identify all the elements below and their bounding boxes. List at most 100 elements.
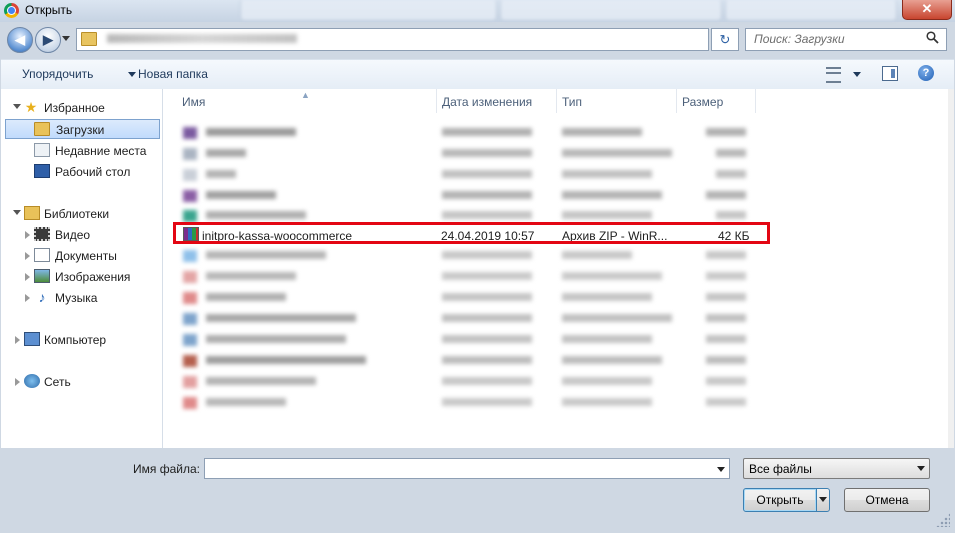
blurred-file-row[interactable] — [176, 122, 936, 142]
search-placeholder: Поиск: Загрузки — [754, 32, 845, 46]
sidebar-item-downloads[interactable]: Загрузки — [5, 119, 160, 139]
chevron-down-icon[interactable] — [128, 72, 136, 77]
blurred-file-row[interactable] — [176, 392, 936, 412]
navigation-pane: ★ Избранное Загрузки Недавние места Рабо… — [1, 89, 163, 448]
sidebar-group-libraries[interactable]: Библиотеки — [1, 204, 162, 224]
expand-arrow-icon[interactable] — [25, 231, 30, 239]
network-icon — [24, 374, 40, 388]
sidebar-item-label: Загрузки — [56, 123, 105, 137]
music-library-icon: ♪ — [38, 289, 46, 305]
blurred-file-row[interactable] — [176, 245, 936, 265]
expand-arrow-icon[interactable] — [25, 294, 30, 302]
new-folder-button[interactable]: Новая папка — [138, 67, 208, 81]
help-icon[interactable]: ? — [918, 65, 934, 81]
expand-arrow-icon[interactable] — [15, 336, 20, 344]
view-options-dropdown-icon[interactable] — [853, 72, 861, 77]
address-bar[interactable] — [76, 28, 775, 51]
forward-arrow-icon: ▶ — [43, 32, 53, 47]
recent-locations-dropdown-icon[interactable] — [62, 36, 70, 41]
recent-places-icon — [34, 143, 50, 157]
chevron-down-icon[interactable] — [819, 497, 827, 502]
pictures-library-icon — [34, 269, 50, 283]
forward-button[interactable]: ▶ — [35, 27, 61, 53]
folder-icon — [81, 32, 97, 46]
computer-icon — [24, 332, 40, 346]
sidebar-item-recent-places[interactable]: Недавние места — [1, 141, 162, 161]
sidebar-item-label: Документы — [55, 249, 117, 263]
expand-arrow-icon[interactable] — [15, 378, 20, 386]
file-name-input[interactable] — [204, 458, 730, 479]
close-button[interactable]: ✕ — [902, 0, 952, 20]
background-browser-tab — [725, 0, 897, 21]
sidebar-item-label: Музыка — [55, 291, 98, 305]
sidebar-item-computer[interactable]: Компьютер — [1, 330, 162, 350]
desktop-icon — [34, 164, 50, 178]
sidebar-item-label: Сеть — [44, 375, 71, 389]
background-browser-tab — [240, 0, 497, 21]
file-list: ▲ Имя Дата изменения Тип Размер initpro-… — [163, 89, 948, 448]
column-divider[interactable] — [556, 89, 557, 113]
chrome-app-icon — [4, 3, 19, 18]
blurred-file-row[interactable] — [176, 266, 936, 286]
blurred-file-row[interactable] — [176, 308, 936, 328]
cancel-button[interactable]: Отмена — [844, 488, 930, 512]
vertical-scrollbar[interactable] — [948, 89, 954, 448]
change-view-icon[interactable] — [826, 67, 841, 83]
column-divider[interactable] — [676, 89, 677, 113]
sidebar-item-documents[interactable]: Документы — [1, 246, 162, 266]
column-header-name[interactable]: Имя — [182, 95, 205, 109]
command-bar: Упорядочить Новая папка ? — [1, 59, 954, 90]
file-type-filter-select[interactable]: Все файлы — [743, 458, 930, 479]
preview-pane-icon[interactable] — [882, 66, 898, 81]
documents-library-icon — [34, 248, 50, 262]
refresh-button[interactable]: ↻ — [711, 28, 739, 51]
sidebar-item-network[interactable]: Сеть — [1, 372, 162, 392]
sidebar-item-pictures[interactable]: Изображения — [1, 267, 162, 287]
file-name-label: Имя файла: — [133, 462, 200, 476]
sort-ascending-icon: ▲ — [301, 90, 310, 100]
sidebar-group-favorites[interactable]: ★ Избранное — [1, 98, 162, 118]
background-browser-tab — [500, 0, 722, 21]
expand-arrow-icon[interactable] — [25, 252, 30, 260]
expand-arrow-icon[interactable] — [13, 210, 21, 215]
column-header-size[interactable]: Размер — [682, 95, 723, 109]
sidebar-item-label: Недавние места — [55, 144, 147, 158]
breadcrumb[interactable] — [107, 34, 297, 43]
blurred-file-row[interactable] — [176, 287, 936, 307]
libraries-icon — [24, 206, 40, 220]
search-icon[interactable] — [926, 31, 939, 47]
organize-button[interactable]: Упорядочить — [22, 67, 93, 81]
back-arrow-icon: ◀ — [15, 32, 25, 47]
column-divider[interactable] — [436, 89, 437, 113]
expand-arrow-icon[interactable] — [25, 273, 30, 281]
resize-grip-icon[interactable] — [936, 513, 950, 527]
sidebar-item-label: Компьютер — [44, 333, 107, 347]
blurred-file-row[interactable] — [176, 371, 936, 391]
sidebar-item-label: Видео — [55, 228, 91, 242]
window-title: Открыть — [25, 3, 73, 17]
downloads-folder-icon — [34, 122, 50, 136]
sidebar-item-label: Рабочий стол — [55, 165, 131, 179]
expand-arrow-icon[interactable] — [13, 104, 21, 109]
star-icon: ★ — [24, 99, 38, 115]
sidebar-item-label: Библиотеки — [44, 207, 110, 221]
sidebar-item-music[interactable]: ♪ Музыка — [1, 288, 162, 308]
file-type-filter-value: Все файлы — [749, 462, 812, 476]
highlighted-file-row[interactable] — [173, 222, 770, 244]
search-input[interactable]: Поиск: Загрузки — [745, 28, 947, 51]
column-divider[interactable] — [755, 89, 756, 113]
blurred-file-row[interactable] — [176, 164, 936, 184]
file-name-dropdown-icon[interactable] — [717, 467, 725, 472]
blurred-file-row[interactable] — [176, 350, 936, 370]
blurred-file-row[interactable] — [176, 185, 936, 205]
column-header-date[interactable]: Дата изменения — [442, 95, 532, 109]
blurred-file-row[interactable] — [176, 329, 936, 349]
chevron-down-icon[interactable] — [917, 466, 925, 471]
blurred-file-row[interactable] — [176, 143, 936, 163]
back-button[interactable]: ◀ — [7, 27, 33, 53]
video-library-icon — [34, 227, 50, 241]
column-header-type[interactable]: Тип — [562, 95, 582, 109]
sidebar-item-desktop[interactable]: Рабочий стол — [1, 162, 162, 182]
open-button[interactable]: Открыть — [743, 488, 817, 512]
sidebar-item-video[interactable]: Видео — [1, 225, 162, 245]
